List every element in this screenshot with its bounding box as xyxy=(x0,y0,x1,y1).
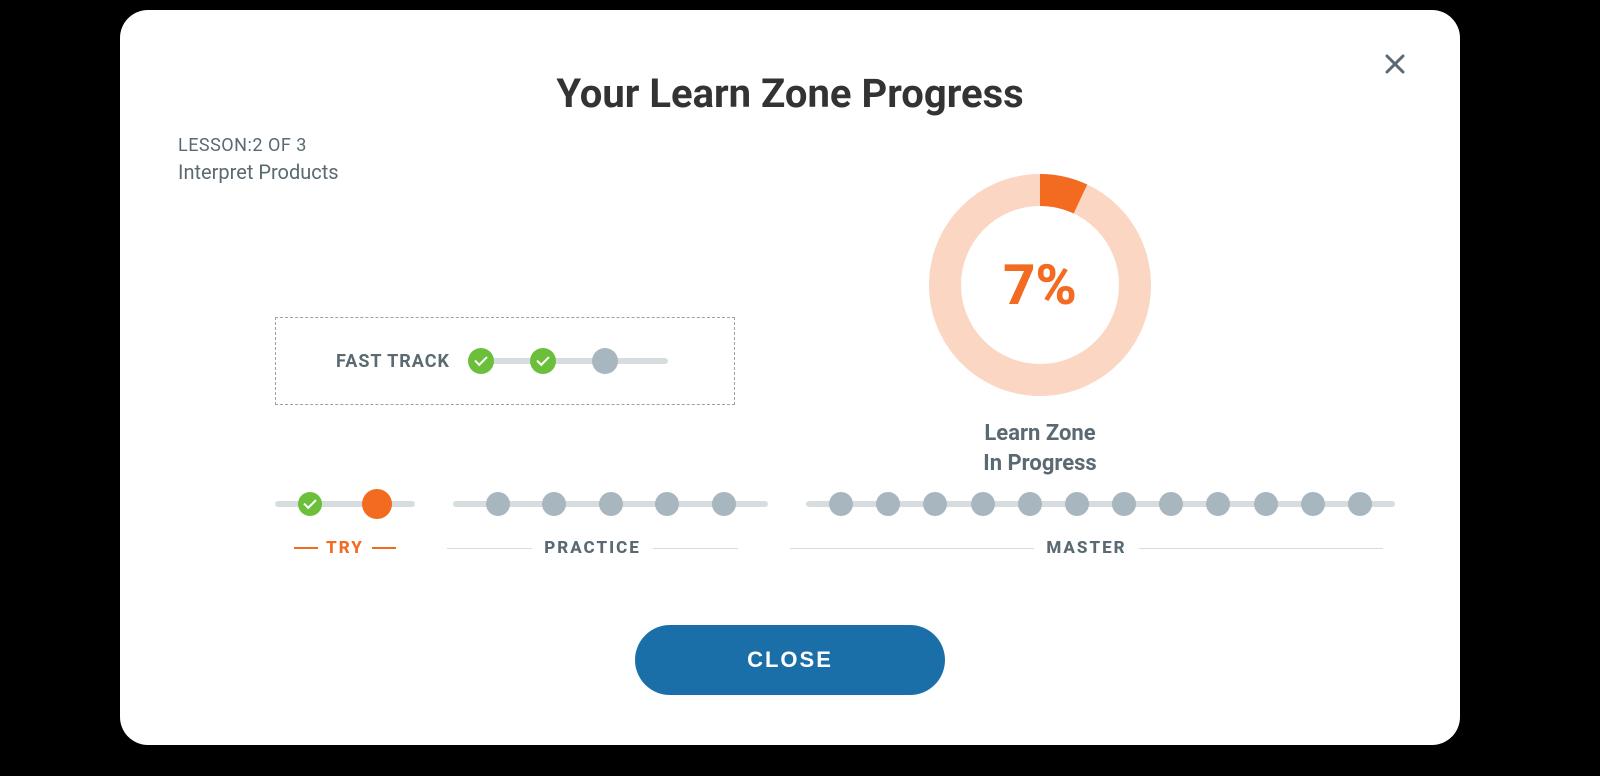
progress-row xyxy=(275,484,1395,524)
label-try: TRY xyxy=(275,538,415,558)
fast-track-panel: FAST TRACK xyxy=(275,317,735,405)
label-practice-text: PRACTICE xyxy=(544,538,641,558)
progress-percent: 7% xyxy=(920,165,1160,405)
progress-dot xyxy=(468,348,494,374)
lesson-name: Interpret Products xyxy=(178,160,1420,184)
label-master-text: MASTER xyxy=(1046,538,1126,558)
donut-label-line1: Learn Zone xyxy=(910,419,1170,449)
lesson-count: LESSON:2 OF 3 xyxy=(178,135,1420,156)
modal-title: Your Learn Zone Progress xyxy=(160,70,1420,117)
dash-icon xyxy=(372,547,396,549)
segment-labels: TRY PRACTICE MASTER xyxy=(275,538,1395,558)
label-practice: PRACTICE xyxy=(435,538,750,558)
close-icon[interactable] xyxy=(1380,50,1410,80)
progress-dot xyxy=(362,489,392,519)
progress-dot xyxy=(542,492,566,516)
progress-dot xyxy=(876,492,900,516)
fast-track-track xyxy=(468,349,668,373)
progress-dot xyxy=(1112,492,1136,516)
progress-dot xyxy=(1348,492,1372,516)
divider xyxy=(790,548,1034,549)
progress-dot xyxy=(1254,492,1278,516)
progress-donut-wrap: 7% Learn Zone In Progress xyxy=(910,165,1170,478)
progress-donut: 7% xyxy=(920,165,1160,405)
lesson-info: LESSON:2 OF 3 Interpret Products xyxy=(178,135,1420,184)
progress-dot xyxy=(1065,492,1089,516)
dash-icon xyxy=(294,547,318,549)
label-try-text: TRY xyxy=(326,538,364,558)
progress-dot xyxy=(1159,492,1183,516)
progress-dot xyxy=(298,492,322,516)
progress-dot xyxy=(712,492,736,516)
divider xyxy=(653,548,738,549)
progress-dot xyxy=(592,348,618,374)
progress-dot xyxy=(655,492,679,516)
progress-dot xyxy=(486,492,510,516)
progress-dot xyxy=(1018,492,1042,516)
progress-dot xyxy=(971,492,995,516)
progress-dot xyxy=(599,492,623,516)
label-master: MASTER xyxy=(778,538,1395,558)
progress-modal: Your Learn Zone Progress LESSON:2 OF 3 I… xyxy=(120,10,1460,745)
segment-master xyxy=(806,484,1395,524)
progress-dot xyxy=(1301,492,1325,516)
segment-practice xyxy=(453,484,768,524)
divider xyxy=(447,548,532,549)
fast-track-label: FAST TRACK xyxy=(336,351,450,372)
progress-dot xyxy=(1206,492,1230,516)
donut-label-line2: In Progress xyxy=(910,449,1170,479)
progress-dot xyxy=(829,492,853,516)
segment-try xyxy=(275,484,415,524)
progress-dot xyxy=(530,348,556,374)
progress-donut-label: Learn Zone In Progress xyxy=(910,419,1170,478)
divider xyxy=(1139,548,1383,549)
close-button[interactable]: CLOSE xyxy=(635,625,945,695)
segment-line xyxy=(275,501,415,507)
progress-dot xyxy=(923,492,947,516)
